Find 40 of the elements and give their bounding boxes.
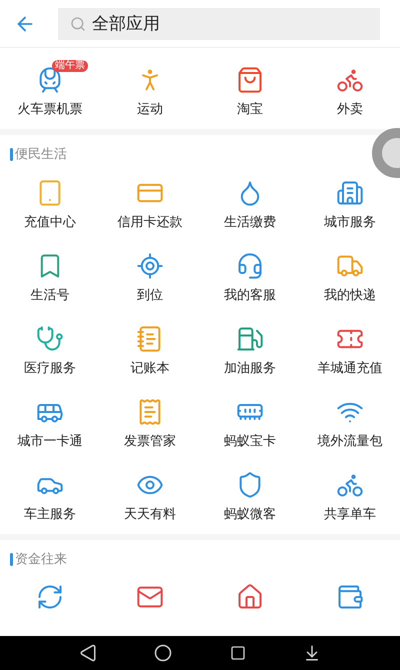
app-label[interactable]: 充值中心 — [24, 212, 76, 232]
fuel-pump-icon[interactable] — [236, 324, 264, 352]
app-label[interactable]: 到位 — [137, 286, 163, 305]
home-circle-icon[interactable] — [154, 644, 172, 662]
back-triangle-icon[interactable] — [78, 644, 97, 662]
app-label[interactable]: 蚂蚁宝卡 — [224, 432, 276, 451]
app-label[interactable]: 城市一卡通 — [18, 432, 82, 451]
app-label[interactable]: 城市服务 — [324, 212, 376, 232]
app-label[interactable]: 运动 — [137, 100, 163, 120]
app-label[interactable]: 加油服务 — [224, 358, 276, 378]
app-label[interactable]: 火车票机票 — [18, 100, 82, 120]
shopping-bag-icon[interactable] — [236, 66, 264, 94]
house-icon[interactable] — [236, 583, 264, 611]
app-label[interactable]: 我的快递 — [324, 286, 376, 305]
app-label[interactable]: 信用卡还款 — [118, 212, 182, 232]
wallet-icon[interactable] — [336, 583, 364, 611]
app-label[interactable]: 记账本 — [130, 358, 170, 378]
app-label[interactable]: 共享单车 — [324, 504, 376, 524]
headset-icon[interactable] — [236, 252, 264, 280]
app-label[interactable]: 生活缴费 — [224, 212, 276, 232]
stethoscope-icon[interactable] — [36, 324, 64, 352]
search-icon — [70, 16, 86, 32]
app-label[interactable]: 天天有料 — [124, 504, 176, 524]
app-label[interactable]: 淘宝 — [237, 100, 263, 120]
search-field[interactable]: 全部应用 — [58, 8, 380, 40]
building-icon[interactable] — [336, 178, 364, 206]
app-label[interactable]: 生活号 — [30, 286, 70, 305]
app-label[interactable]: 发票管家 — [124, 432, 176, 451]
exchange-icon[interactable] — [36, 583, 64, 611]
section-title: 便民生活 — [15, 146, 67, 164]
app-label[interactable]: 医疗服务 — [24, 358, 76, 378]
recent-apps-square-icon[interactable] — [230, 645, 246, 661]
app-label[interactable]: 我的客服 — [224, 286, 276, 305]
section-title: 资金往来 — [15, 550, 67, 568]
app-label[interactable]: 境外流量包 — [318, 432, 382, 451]
app-label[interactable]: 车主服务 — [24, 504, 76, 524]
badge: 端午票 — [52, 60, 88, 72]
app-label[interactable]: 蚂蚁微客 — [224, 504, 276, 524]
app-label[interactable]: 外卖 — [337, 100, 363, 120]
app-label[interactable]: 羊城通充值 — [318, 358, 382, 378]
